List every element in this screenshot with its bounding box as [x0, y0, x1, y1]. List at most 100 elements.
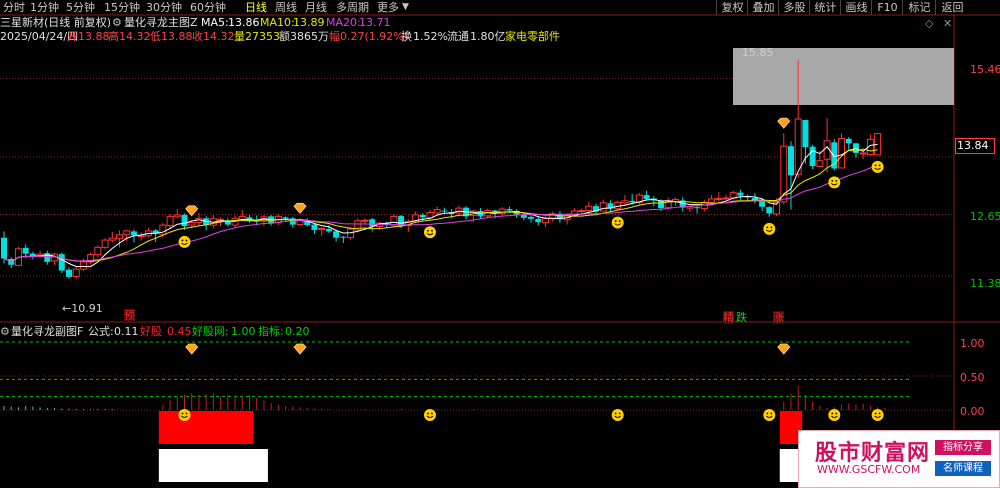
watermark-badge-course: 名师课程 — [935, 461, 991, 476]
signal-block-red — [216, 411, 225, 444]
turnover-value: 1.52% — [413, 30, 448, 43]
price-tick: 12.65 — [970, 210, 1000, 223]
signal-block-red — [202, 411, 211, 444]
diamond-shape — [185, 343, 199, 355]
smiley-eye — [878, 164, 881, 167]
candle-body-up — [542, 217, 549, 224]
diamond-signal-icon — [293, 343, 307, 355]
smiley-eye — [874, 412, 877, 415]
signal-block-white — [202, 449, 211, 482]
smiley-signal-icon — [611, 216, 624, 229]
signal-block-white — [158, 449, 167, 482]
smiley-face — [611, 216, 624, 229]
signal-block-red — [238, 411, 247, 444]
sub-tick: 1.00 — [960, 337, 985, 350]
candle-body-down — [759, 201, 766, 207]
candle-body-up — [166, 215, 174, 227]
smiley-eye — [770, 226, 773, 229]
sub-chart-area — [0, 341, 910, 482]
candle-body-down — [787, 146, 794, 176]
smiley-signal-icon — [871, 160, 884, 173]
signal-block-white — [779, 449, 788, 482]
smiley-face — [828, 176, 841, 189]
candle-body-down — [802, 120, 809, 148]
formula-label: 公式: — [88, 325, 114, 338]
smiley-face — [423, 409, 436, 421]
signal-block-red — [166, 411, 175, 444]
candle-body-down — [737, 192, 744, 196]
sub-gear-icon[interactable]: ⚙ — [0, 325, 10, 338]
ma20-label: MA20: — [326, 16, 361, 29]
diamond-signal-icon — [777, 117, 791, 129]
diamond-signal-icon — [777, 343, 791, 355]
indicator-name[interactable]: 量化寻龙主图Z — [124, 16, 198, 29]
candle-body-up — [585, 205, 593, 212]
close-icon[interactable]: ✕ — [943, 17, 952, 30]
candle-body-down — [629, 200, 636, 203]
candle-body-down — [694, 207, 701, 209]
signal-block-red — [231, 411, 240, 444]
formula-value: 0.11 — [114, 325, 139, 338]
sector-link[interactable]: 家电零部件 — [505, 30, 560, 43]
smiley-eye — [831, 179, 834, 182]
amplitude-label: 幅 — [329, 30, 340, 43]
smiley-eye — [770, 412, 773, 415]
candle-body-up — [116, 234, 124, 240]
candle-body-up — [217, 218, 225, 221]
candle-body-up — [173, 214, 181, 218]
smiley-eye — [181, 239, 184, 242]
candle-body-down — [845, 138, 852, 144]
close-value: 14.32 — [203, 30, 235, 43]
smiley-signal-icon — [423, 409, 436, 421]
sub-tick: 0.00 — [960, 405, 985, 418]
sub-indicator-name[interactable]: 量化寻龙副图F — [11, 325, 83, 338]
candle-body-up — [390, 215, 398, 226]
index-label: 指标: — [258, 325, 284, 338]
candle-body-up — [578, 210, 586, 213]
candle-body-down — [766, 207, 773, 214]
volume-label: 量 — [234, 30, 245, 43]
smiley-signal-icon — [178, 409, 191, 421]
ma10-label: MA10: — [260, 16, 295, 29]
site-watermark: 股市财富网 WWW.GSCFW.COM 指标分享 名师课程 — [798, 430, 1000, 488]
candle-body-up — [108, 237, 116, 241]
gear-icon[interactable]: ⚙ — [112, 16, 122, 29]
candle-body-down — [658, 200, 665, 209]
low-label: 低 — [150, 30, 161, 43]
kline-chart[interactable] — [0, 0, 1000, 486]
signal-block-white — [252, 449, 261, 482]
candle-body-down — [130, 231, 137, 236]
candle-body-down — [441, 210, 448, 212]
smiley-eye — [766, 412, 769, 415]
candle-body-up — [686, 206, 694, 209]
candle-body-up — [722, 197, 730, 200]
candle-body-up — [433, 209, 441, 214]
diamond-shape — [777, 343, 791, 355]
diamond-toggle-icon[interactable]: ◇ — [925, 17, 933, 30]
ma10-line — [3, 148, 878, 263]
smiley-eye — [618, 220, 621, 222]
signal-block-white — [231, 449, 240, 482]
open-value: 13.88 — [78, 30, 110, 43]
good-stock-value: 0.45 — [167, 325, 192, 338]
candle-body-up — [621, 200, 629, 204]
smiley-eye — [614, 412, 617, 415]
smiley-face — [178, 409, 191, 421]
candle-body-up — [816, 160, 824, 168]
signal-block-white — [238, 449, 247, 482]
candle-body-down — [58, 254, 65, 271]
candle-body-down — [528, 216, 535, 219]
candle-body-down — [311, 224, 318, 230]
watermark-badge-share: 指标分享 — [935, 440, 991, 455]
smiley-face — [423, 226, 436, 239]
smiley-signal-icon — [828, 176, 841, 189]
ma5-label: MA5: — [201, 16, 229, 29]
smiley-eye — [614, 220, 617, 222]
close-label: 收 — [192, 30, 203, 43]
candle-body-down — [22, 247, 29, 254]
candle-body-down — [181, 214, 188, 227]
diamond-signal-icon — [185, 343, 199, 355]
candle-body-up — [238, 215, 246, 220]
signal-block-red — [245, 411, 254, 444]
smiley-eye — [427, 229, 429, 232]
